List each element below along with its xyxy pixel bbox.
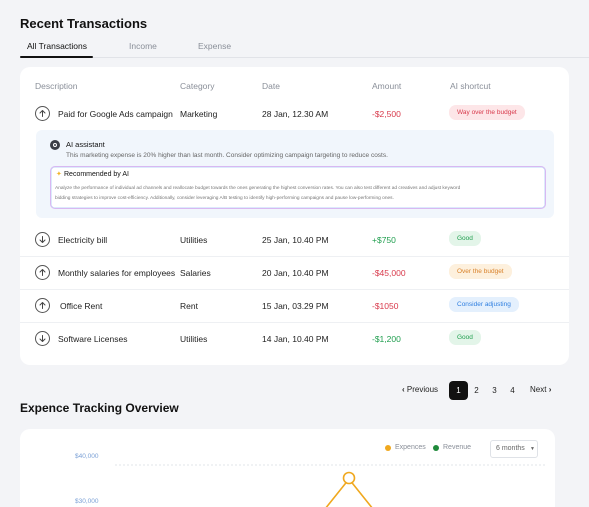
expense-chart-card: Expences Revenue 6 months ▼ $40,000 $30,… [20,429,555,507]
transaction-category: Salaries [180,268,211,278]
transaction-description: Software Licenses [58,334,128,344]
table-row[interactable]: Office Rent Rent 15 Jan, 03.29 PM -$1050… [20,289,569,322]
transactions-card: Description Category Date Amount AI shor… [20,67,569,365]
transaction-amount: -$2,500 [372,109,401,119]
transaction-description: Office Rent [60,301,103,311]
chevron-right-icon: › [548,385,552,394]
page-title: Recent Transactions [20,16,148,31]
previous-page-label: Previous [406,385,439,394]
column-header-ai-shortcut: AI shortcut [450,81,491,91]
ai-assistant-title: AI assistant [66,140,105,149]
transaction-amount: -$45,000 [372,268,406,278]
ai-assistant-icon [50,140,60,150]
ai-shortcut-badge[interactable]: Over the budget [449,264,512,279]
expense-data-point [342,471,356,485]
ai-recommendation-box: ✦ Recommended by AI Analyze the performa… [50,166,546,209]
transaction-description: Paid for Google Ads campaign [58,109,173,119]
arrow-up-icon [35,298,50,313]
ai-shortcut-badge[interactable]: Consider adjusting [449,297,519,312]
ai-assistant-panel: AI assistant This marketing expense is 2… [36,130,554,218]
page-button-1[interactable]: 1 [449,381,468,400]
page-button-4[interactable]: 4 [503,381,522,400]
ai-recommendation-title: Recommended by AI [64,171,129,178]
ai-recommendation-text-line-1: Analyze the performance of individual ad… [55,186,461,191]
transaction-amount: +$750 [372,235,396,245]
next-page-label: Next [530,385,547,394]
table-row[interactable]: Electricity bill Utilities 25 Jan, 10.40… [20,224,569,257]
transaction-date: 20 Jan, 10.40 PM [262,268,329,278]
next-page-button[interactable]: Next › [530,385,551,394]
chevron-left-icon: ‹ [402,385,405,394]
transaction-description: Monthly salaries for employees [58,268,176,278]
arrow-down-icon [35,331,50,346]
transaction-date: 25 Jan, 10.40 PM [262,235,329,245]
table-row[interactable]: Paid for Google Ads campaign Marketing 2… [20,97,569,130]
tab-income[interactable]: Income [129,41,157,51]
transaction-category: Utilities [180,334,208,344]
ai-shortcut-badge[interactable]: Good [449,231,481,246]
page-button-2[interactable]: 2 [467,381,486,400]
expense-chart-plot [115,464,545,507]
tab-all-transactions[interactable]: All Transactions [27,41,87,51]
ai-assistant-message: This marketing expense is 20% higher tha… [66,152,388,159]
transaction-date: 14 Jan, 10.40 PM [262,334,329,344]
ai-shortcut-badge[interactable]: Good [449,330,481,345]
transaction-amount: -$1050 [372,301,399,311]
transaction-category: Utilities [180,235,208,245]
table-row[interactable]: Monthly salaries for employees Salaries … [20,256,569,289]
tab-expense[interactable]: Expense [198,41,231,51]
ai-recommendation-text-line-2: bidding strategies to improve cost-effic… [55,196,394,201]
transaction-description: Electricity bill [58,235,108,245]
column-header-category: Category [180,81,215,91]
column-header-description: Description [35,81,78,91]
transaction-category: Marketing [180,109,218,119]
previous-page-button[interactable]: ‹ Previous [402,385,438,394]
transaction-date: 28 Jan, 12.30 AM [262,109,329,119]
sparkle-icon: ✦ [56,171,62,178]
transaction-amount: -$1,200 [372,334,401,344]
transaction-tabs: All Transactions Income Expense [20,40,589,58]
transaction-category: Rent [180,301,198,311]
ai-shortcut-badge[interactable]: Way over the budget [449,105,525,120]
transaction-date: 15 Jan, 03.29 PM [262,301,329,311]
arrow-up-icon [35,106,50,121]
arrow-down-icon [35,232,50,247]
active-tab-indicator [20,56,93,58]
overview-title: Expence Tracking Overview [20,401,179,415]
column-header-date: Date [262,81,280,91]
arrow-up-icon [35,265,50,280]
column-header-amount: Amount [372,81,402,91]
page-button-3[interactable]: 3 [485,381,504,400]
table-row[interactable]: Software Licenses Utilities 14 Jan, 10.4… [20,322,569,355]
